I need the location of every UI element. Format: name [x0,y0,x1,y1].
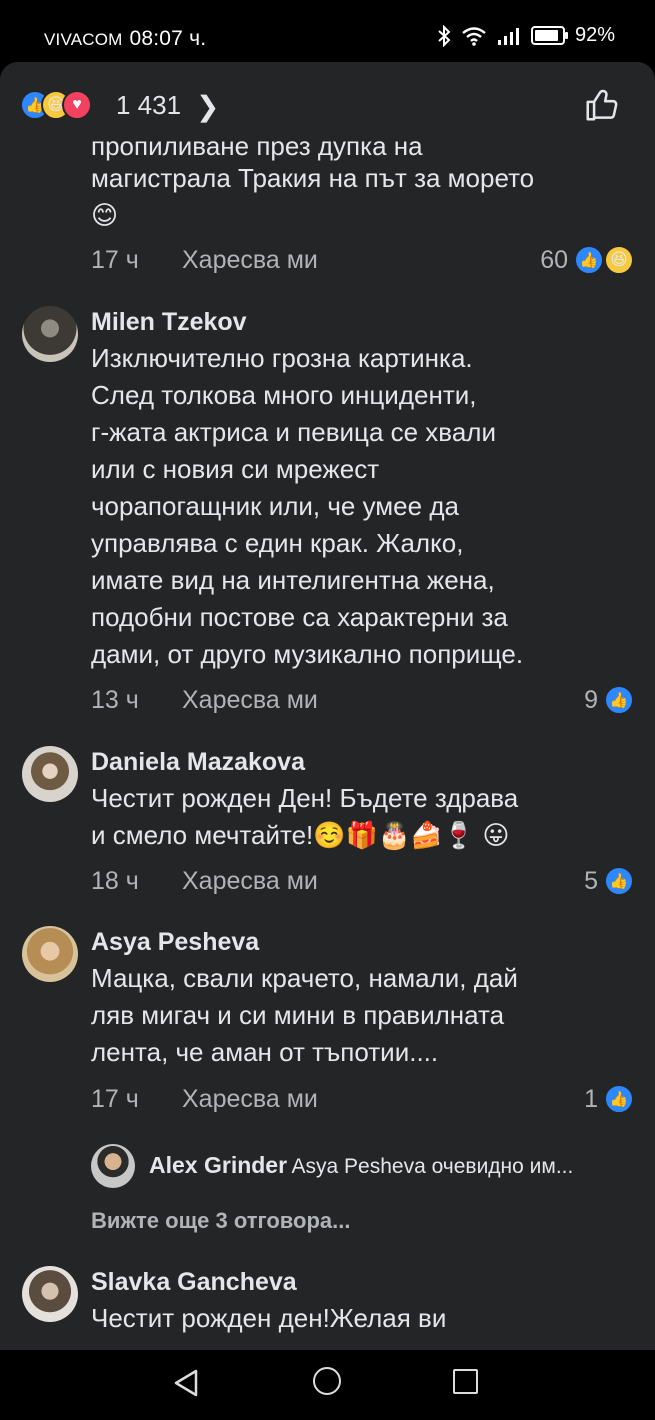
comment-text-line: чорапогащник или, че умее да [91,491,459,521]
comment-text-line: и смело мечтайте!☺️🎁🎂🍰🍷 😛 [91,820,510,850]
commenter-name[interactable]: Slavka Gancheva [91,1268,297,1297]
reaction-count[interactable]: 5 [558,867,598,896]
like-reaction-icon[interactable]: 👍 [604,1084,634,1114]
battery-percent: 92% [574,24,615,46]
like-reaction-icon[interactable]: 👍 [604,685,634,715]
commenter-name[interactable]: Daniela Mazakova [91,748,305,777]
comment-text-line: Мацка, свали крачето, намали, дай [91,963,518,993]
reaction-count[interactable]: 60 [528,246,568,275]
avatar[interactable] [22,926,78,982]
comment-time: 17 ч [91,1085,139,1113]
love-reaction-icon: ♥ [62,90,92,120]
reply-author-name[interactable]: Alex Grinder [149,1152,287,1178]
comment-text-line: магистрала Тракия на път за морето [91,163,535,193]
avatar[interactable] [22,746,78,802]
home-icon[interactable] [313,1367,341,1395]
reply-snippet[interactable]: Alex Grinder Asya Pesheva очевидно им... [149,1152,629,1179]
total-reaction-count[interactable]: 1 431 [116,90,181,121]
comment-text-line: дами, от друго музикално поприще. [91,639,524,669]
comment-text-line: управлява с един крак. Жалко, [91,528,464,558]
reactions-header[interactable]: 👍 😆 ♥ 1 431 ❯ [0,62,655,140]
comment-text-line: ляв мигач и си мини в правилната [91,1000,505,1030]
comment-time: 13 ч [91,686,139,714]
reply-preview[interactable]: Alex Grinder Asya Pesheva очевидно им... [91,1144,636,1188]
like-reaction-icon[interactable]: 👍 [574,245,604,275]
like-button[interactable]: Харесва ми [182,246,318,275]
view-more-replies-link[interactable]: Вижте още 3 отговора... [91,1208,351,1234]
comment-text-line: или с новия си мрежест [91,454,380,484]
like-button[interactable]: Харесва ми [182,686,318,715]
reaction-count[interactable]: 9 [558,686,598,715]
back-icon[interactable] [172,1368,202,1398]
recent-apps-icon[interactable] [453,1369,478,1394]
avatar[interactable] [22,1266,78,1322]
comment-text-line: имате вид на интелигентна жена, [91,565,495,595]
like-reaction-icon[interactable]: 👍 [604,866,634,896]
status-icons: 92% [437,24,615,47]
comment-text-line: Честит рожден Ден! Бъдете здрава [91,783,519,813]
comment-text-line: След толкова много инциденти, [91,380,477,410]
bluetooth-icon [438,24,451,47]
avatar[interactable] [22,306,78,362]
commenter-name[interactable]: Milen Tzekov [91,308,247,337]
avatar[interactable] [91,1144,135,1188]
carrier-name: VIVACOM [44,30,123,49]
carrier-and-time: VIVACOM 08:07 ч. [44,27,206,51]
comment-text-line: подобни постове са характерни за [91,602,508,632]
reaction-icons[interactable]: 👍 😆 ♥ [20,90,92,120]
system-nav-bar [0,1350,655,1420]
like-button[interactable]: Харесва ми [182,1085,318,1114]
haha-reaction-icon[interactable]: 😆 [604,245,634,275]
commenter-name[interactable]: Asya Pesheva [91,928,259,957]
comment-text-line: Честит рожден ден!Желая ви [91,1303,447,1333]
reply-text: Asya Pesheva очевидно им... [291,1155,574,1178]
chevron-right-icon[interactable]: ❯ [196,90,219,123]
comment-text-line: 😊 [91,200,119,230]
wifi-icon [462,26,486,46]
comment-time: 17 ч [91,246,139,274]
battery-icon [530,26,568,45]
comment-text-line: г-жата актриса и певица се хвали [91,417,496,447]
clock: 08:07 ч. [129,27,207,50]
status-bar: VIVACOM 08:07 ч. 92% [0,0,655,66]
comment-text-line: Изключително грозна картинка. [91,343,473,373]
signal-icon [497,27,519,45]
comments-sheet: 👍 😆 ♥ 1 431 ❯ пропиливане през дупка на … [0,62,655,1350]
like-button[interactable]: Харесва ми [182,867,318,896]
reaction-count[interactable]: 1 [558,1085,598,1114]
like-outline-icon[interactable] [583,86,621,124]
comment-text-line: лента, че аман от тъпотии.... [91,1037,439,1067]
comment-time: 18 ч [91,867,139,895]
